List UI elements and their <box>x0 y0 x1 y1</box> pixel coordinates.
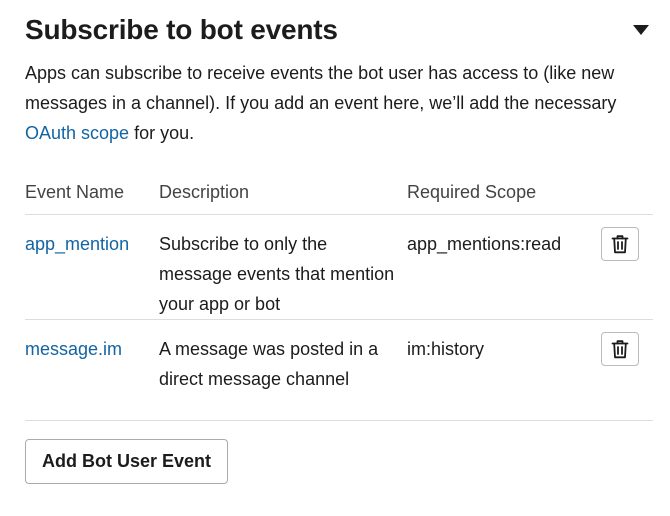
events-table: Event Name Description Required Scope ap… <box>25 170 653 421</box>
event-description-cell: Subscribe to only the message events tha… <box>159 214 407 320</box>
bot-events-panel: Subscribe to bot events Apps can subscri… <box>0 0 670 516</box>
event-name-cell: app_mention <box>25 214 159 320</box>
intro-text: Apps can subscribe to receive events the… <box>25 63 617 113</box>
event-name-cell: message.im <box>25 319 159 421</box>
table-header-row: Event Name Description Required Scope <box>25 170 653 215</box>
add-bot-user-event-button[interactable]: Add Bot User Event <box>25 439 229 484</box>
column-header-required-scope: Required Scope <box>407 170 593 215</box>
table-row: message.im A message was posted in a dir… <box>25 319 653 421</box>
section-description: Apps can subscribe to receive events the… <box>25 58 635 148</box>
event-scope-cell: im:history <box>407 319 593 421</box>
event-scope-cell: app_mentions:read <box>407 214 593 320</box>
event-description-cell: A message was posted in a direct message… <box>159 319 407 421</box>
section-header: Subscribe to bot events <box>25 10 655 50</box>
event-description: A message was posted in a direct message… <box>159 339 379 389</box>
column-header-actions <box>593 170 653 215</box>
event-description: Subscribe to only the message events tha… <box>159 234 395 314</box>
column-header-event-name: Event Name <box>25 170 159 215</box>
intro-text-end: for you. <box>129 123 195 143</box>
delete-event-button[interactable] <box>601 332 639 366</box>
event-actions-cell <box>593 214 653 320</box>
caret-down-icon <box>633 25 649 35</box>
delete-event-button[interactable] <box>601 227 639 261</box>
table-row: app_mention Subscribe to only the messag… <box>25 214 653 320</box>
oauth-scope-link[interactable]: OAuth scope <box>25 123 129 143</box>
event-actions-cell <box>593 319 653 421</box>
trash-icon <box>611 235 629 254</box>
trash-icon <box>611 340 629 359</box>
event-name-link[interactable]: app_mention <box>25 234 129 254</box>
column-header-description: Description <box>159 170 407 215</box>
event-name-link[interactable]: message.im <box>25 339 122 359</box>
collapse-toggle[interactable] <box>629 18 653 42</box>
section-title: Subscribe to bot events <box>25 14 338 45</box>
